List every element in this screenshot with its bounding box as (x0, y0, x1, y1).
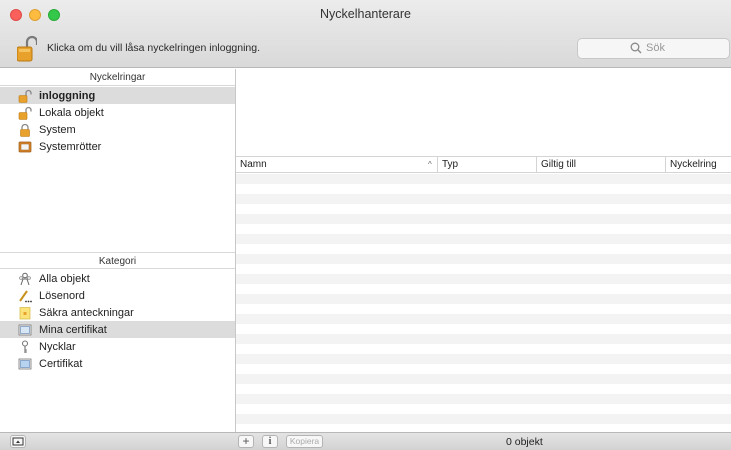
certificate-icon (18, 358, 32, 369)
category-label: Certifikat (39, 357, 83, 370)
table-row (236, 174, 731, 184)
category-item-losenord[interactable]: Lösenord (0, 287, 235, 304)
copy-button[interactable]: Kopiera (286, 435, 323, 448)
note-icon (19, 306, 31, 319)
title-bar: Nyckelhanterare Klicka om du vill låsa n… (0, 0, 731, 68)
info-button[interactable]: i (262, 435, 278, 448)
keychain-item-systemrotter[interactable]: Systemrötter (0, 138, 235, 155)
column-header-namn[interactable]: Namn (236, 157, 437, 172)
bottom-bar: + i Kopiera 0 objekt (0, 432, 731, 450)
locked-padlock-icon (20, 123, 30, 137)
sidebar: Nyckelringar inloggning Lokala objekt Sy… (0, 69, 236, 432)
keychain-item-system[interactable]: System (0, 121, 235, 138)
category-item-nycklar[interactable]: Nycklar (0, 338, 235, 355)
table-row (236, 354, 731, 364)
category-header: Kategori (0, 252, 235, 269)
category-item-certifikat[interactable]: Certifikat (0, 355, 235, 372)
table-row (236, 414, 731, 424)
table-header: Namn ^ Typ Giltig till Nyckelring (236, 156, 731, 173)
category-label: Säkra anteckningar (39, 306, 134, 319)
sidebar-toggle-icon (12, 437, 24, 446)
people-icon (19, 272, 31, 285)
add-button[interactable]: + (238, 435, 254, 448)
search-input[interactable]: Sök (577, 38, 730, 59)
keychain-label: Lokala objekt (39, 106, 104, 119)
category-label: Lösenord (39, 289, 85, 302)
show-sidebar-button[interactable] (10, 435, 26, 448)
keychain-item-lokala-objekt[interactable]: Lokala objekt (0, 104, 235, 121)
column-header-typ[interactable]: Typ (437, 157, 536, 172)
search-icon (630, 42, 642, 54)
table-body[interactable] (236, 174, 731, 432)
table-row (236, 274, 731, 284)
table-row (236, 334, 731, 344)
unlocked-padlock-icon (18, 89, 32, 103)
table-row (236, 254, 731, 264)
category-label: Mina certifikat (39, 323, 107, 336)
table-row (236, 394, 731, 404)
category-item-alla-objekt[interactable]: Alla objekt (0, 270, 235, 287)
keychain-label: System (39, 123, 76, 136)
cabinet-icon (18, 141, 32, 152)
table-row (236, 294, 731, 304)
unlocked-padlock-icon[interactable] (16, 34, 39, 62)
pencil-dots-icon (19, 289, 32, 302)
column-header-nyckelring[interactable]: Nyckelring (665, 157, 731, 172)
table-row (236, 194, 731, 204)
category-label: Alla objekt (39, 272, 90, 285)
unlocked-padlock-icon (18, 106, 32, 120)
keychain-item-inloggning[interactable]: inloggning (0, 87, 235, 104)
keychain-label: inloggning (39, 89, 96, 102)
search-placeholder: Sök (646, 42, 665, 54)
keychains-header: Nyckelringar (0, 69, 235, 86)
key-icon (21, 339, 29, 353)
category-item-mina-certifikat[interactable]: Mina certifikat (0, 321, 235, 338)
certificate-icon (18, 324, 32, 335)
table-row (236, 234, 731, 244)
window-title: Nyckelhanterare (319, 7, 411, 21)
category-item-sakra-anteckningar[interactable]: Säkra anteckningar (0, 304, 235, 321)
lock-message[interactable]: Klicka om du vill låsa nyckelringen inlo… (47, 42, 260, 54)
table-row (236, 374, 731, 384)
main-pane: Namn ^ Typ Giltig till Nyckelring (236, 69, 731, 432)
category-label: Nycklar (39, 340, 76, 353)
table-row (236, 214, 731, 224)
table-row (236, 314, 731, 324)
sort-ascending-icon: ^ (428, 160, 432, 169)
column-header-giltig-till[interactable]: Giltig till (536, 157, 665, 172)
keychain-label: Systemrötter (39, 140, 102, 153)
item-count-status: 0 objekt (506, 436, 543, 448)
